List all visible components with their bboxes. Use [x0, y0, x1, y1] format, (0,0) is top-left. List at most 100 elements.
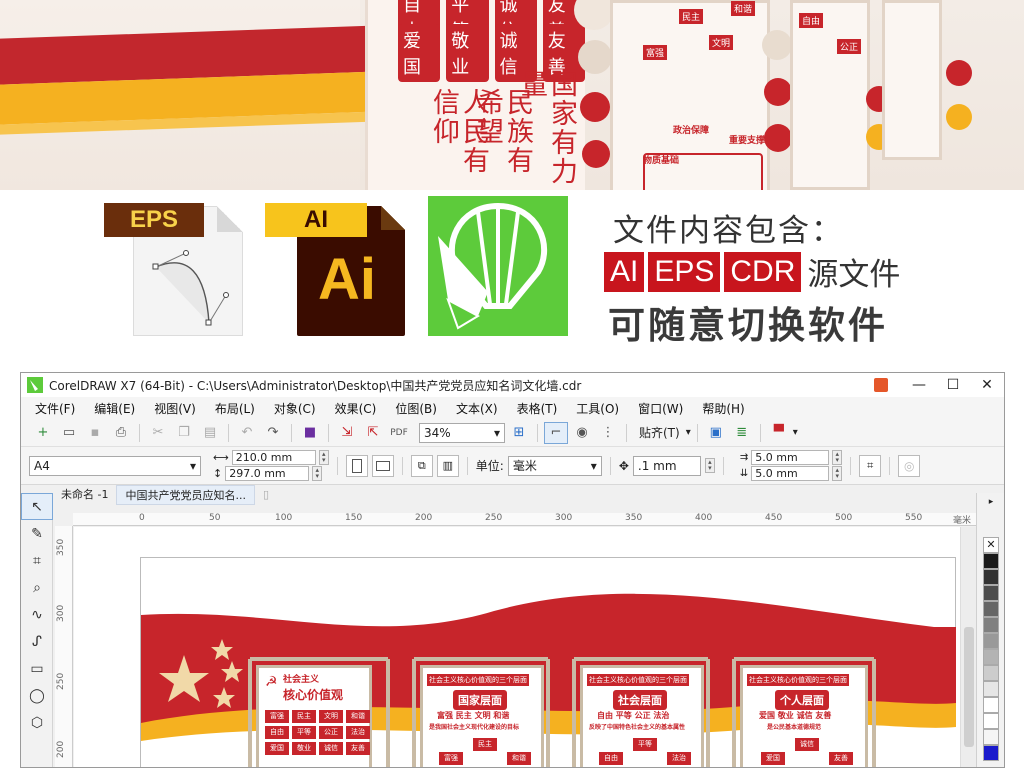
minimize-button[interactable]: —: [902, 373, 936, 397]
save-icon[interactable]: ▪: [83, 422, 107, 444]
rectangle-tool-icon[interactable]: ▭: [21, 655, 53, 682]
open-folder-icon[interactable]: ▭: [57, 422, 81, 444]
width-spinner[interactable]: ▴ ▾: [318, 450, 329, 465]
color-swatch[interactable]: [983, 713, 999, 729]
ruler-unit: 毫米: [953, 516, 972, 526]
menu-view[interactable]: 视图(V): [154, 400, 196, 417]
treat-as-filled-icon[interactable]: ⌗: [859, 454, 882, 477]
crop-tool-icon[interactable]: ⌗: [21, 547, 53, 574]
menu-object[interactable]: 对象(C): [274, 400, 316, 417]
toolbar-separator: [291, 423, 292, 442]
no-fill-swatch[interactable]: ✕: [983, 537, 999, 553]
menu-edit[interactable]: 编辑(E): [94, 400, 135, 417]
color-swatch[interactable]: [983, 745, 999, 761]
toolbar-separator: [328, 423, 329, 442]
menu-text[interactable]: 文本(X): [456, 400, 498, 417]
options-icon[interactable]: ≣: [730, 422, 754, 444]
cut-icon[interactable]: ✂: [146, 422, 170, 444]
ruler-tick: 350: [625, 513, 643, 523]
copy-icon[interactable]: ❐: [172, 422, 196, 444]
color-swatch[interactable]: [983, 585, 999, 601]
color-swatch[interactable]: [983, 553, 999, 569]
freehand-tool-icon[interactable]: ∿: [21, 601, 53, 628]
maximize-button[interactable]: ☐: [936, 373, 970, 397]
welcome-screen-icon[interactable]: ▣: [704, 422, 728, 444]
color-swatch[interactable]: [983, 633, 999, 649]
menu-help[interactable]: 帮助(H): [702, 400, 744, 417]
user-account-icon[interactable]: [874, 378, 888, 392]
panel2-big-title: 国家层面: [453, 690, 507, 710]
color-swatch[interactable]: [983, 729, 999, 745]
color-swatch[interactable]: [983, 681, 999, 697]
duplicate-y-field[interactable]: 5.0 mm: [751, 466, 830, 481]
export-icon[interactable]: ⇱: [361, 422, 385, 444]
window-title: CorelDRAW X7 (64-Bit) - C:\Users\Adminis…: [49, 378, 582, 393]
nudge-spinner[interactable]: ▴ ▾: [704, 458, 715, 473]
document-tabs: 未命名 -1 中国共产党党员应知名... ▯: [53, 485, 1004, 505]
zoom-level-dropdown[interactable]: 34% ▾: [419, 422, 505, 443]
property-bar: A4 ▾ ⟷ 210.0 mm ▴ ▾ ↕ 297.0 mm ▴ ▾ ⧉ ▥ 单位:…: [21, 447, 1004, 485]
snap-to-dropdown[interactable]: 贴齐(T): [639, 424, 680, 441]
ellipse-tool-icon[interactable]: ◯: [21, 682, 53, 709]
undo-icon[interactable]: ↶: [235, 422, 259, 444]
ai-logo-text: Ai: [318, 247, 376, 312]
all-pages-icon[interactable]: ⧉: [410, 454, 433, 477]
menu-effects[interactable]: 效果(C): [335, 400, 377, 417]
duplicate-x-field[interactable]: 5.0 mm: [751, 450, 830, 465]
print-icon[interactable]: ⎙: [109, 422, 133, 444]
pause-icon[interactable]: ◎: [898, 454, 921, 477]
show-guidelines-icon[interactable]: ⋮: [596, 422, 620, 444]
color-swatch[interactable]: [983, 665, 999, 681]
full-screen-icon[interactable]: ⊞: [507, 422, 531, 444]
paste-icon[interactable]: ▤: [198, 422, 222, 444]
color-swatch[interactable]: [983, 601, 999, 617]
horizontal-ruler[interactable]: 0 50 100 150 200 250 300 350 400 450 500…: [73, 513, 978, 526]
vertical-ruler[interactable]: 350 300 250 200: [55, 526, 73, 767]
color-swatch[interactable]: [983, 569, 999, 585]
close-button[interactable]: ✕: [970, 373, 1004, 397]
color-swatch[interactable]: [983, 697, 999, 713]
title-bar[interactable]: CorelDRAW X7 (64-Bit) - C:\Users\Adminis…: [21, 373, 1004, 397]
vertical-scrollbar[interactable]: [960, 527, 976, 767]
pick-tool-icon[interactable]: ↖: [21, 493, 53, 520]
menu-table[interactable]: 表格(T): [517, 400, 558, 417]
show-rulers-icon[interactable]: ⌐: [544, 421, 568, 444]
menu-bitmaps[interactable]: 位图(B): [395, 400, 437, 417]
page-height-field[interactable]: 297.0 mm: [225, 466, 310, 481]
new-tab-icon[interactable]: ▯: [255, 485, 277, 505]
menu-tools[interactable]: 工具(O): [576, 400, 619, 417]
height-spinner[interactable]: ▴ ▾: [312, 466, 323, 481]
new-document-icon[interactable]: +: [31, 422, 55, 444]
application-launcher-icon[interactable]: ▀: [767, 422, 791, 444]
publish-pdf-icon[interactable]: PDF: [387, 422, 411, 444]
search-content-icon[interactable]: ■: [298, 422, 322, 444]
scrollbar-thumb[interactable]: [964, 627, 974, 747]
polygon-tool-icon[interactable]: ⬡: [21, 709, 53, 736]
portrait-icon[interactable]: [345, 454, 368, 477]
units-dropdown[interactable]: 毫米 ▾: [507, 455, 602, 476]
dup-y-spinner[interactable]: ▴ ▾: [832, 466, 843, 481]
color-swatch[interactable]: [983, 617, 999, 633]
current-page-icon[interactable]: ▥: [436, 454, 459, 477]
artistic-media-tool-icon[interactable]: ᔑ: [21, 628, 53, 655]
toolbar-separator: [696, 423, 698, 442]
show-grid-icon[interactable]: ◉: [570, 422, 594, 444]
coreldraw-app-icon: [27, 377, 43, 393]
nudge-distance-field[interactable]: .1 mm: [632, 455, 701, 476]
menu-file[interactable]: 文件(F): [35, 400, 75, 417]
page-size-dropdown[interactable]: A4 ▾: [29, 455, 201, 476]
tab-current-document[interactable]: 中国共产党党员应知名...: [116, 485, 255, 505]
import-icon[interactable]: ⇲: [335, 422, 359, 444]
menu-layout[interactable]: 布局(L): [215, 400, 255, 417]
dup-x-spinner[interactable]: ▴ ▾: [832, 450, 843, 465]
zoom-tool-icon[interactable]: ⌕: [21, 574, 53, 601]
color-swatch[interactable]: [983, 649, 999, 665]
shape-tool-icon[interactable]: ✎: [21, 520, 53, 547]
redo-icon[interactable]: ↷: [261, 422, 285, 444]
tab-untitled[interactable]: 未命名 -1: [53, 485, 116, 505]
menu-window[interactable]: 窗口(W): [638, 400, 683, 417]
palette-scroll-up-icon[interactable]: ▸: [977, 497, 1004, 509]
page-width-field[interactable]: 210.0 mm: [231, 450, 316, 465]
landscape-icon[interactable]: [371, 454, 394, 477]
drawing-canvas[interactable]: ☭ 社会主义 核心价值观 富强 民主 文明 和谐 自由 平等 公正 法治 爱国 …: [74, 527, 978, 767]
